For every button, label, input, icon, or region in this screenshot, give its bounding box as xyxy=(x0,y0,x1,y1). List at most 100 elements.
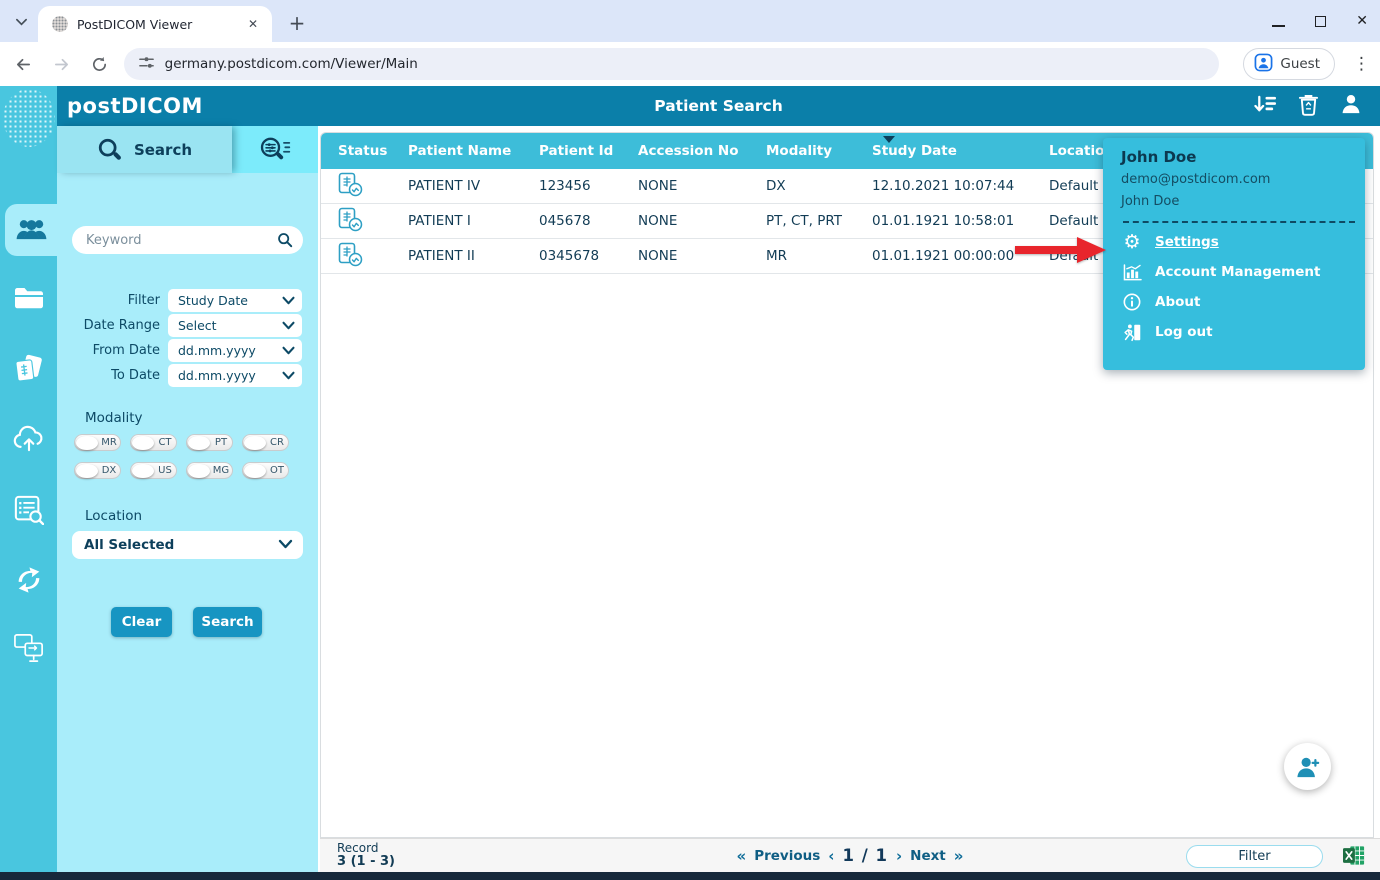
from-date-select[interactable]: dd.mm.yyyy xyxy=(168,339,302,362)
add-patient-button[interactable] xyxy=(1284,743,1331,790)
col-patient-id[interactable]: Patient Id xyxy=(539,143,638,159)
col-study-date[interactable]: Study Date xyxy=(872,143,1049,159)
new-tab-button[interactable]: + xyxy=(284,10,310,36)
window-minimize-button[interactable] xyxy=(1272,12,1285,31)
col-status[interactable]: Status xyxy=(321,143,408,159)
cell-accession-no: NONE xyxy=(638,248,766,264)
logout-icon xyxy=(1121,323,1143,342)
modality-label: Modality xyxy=(85,410,143,426)
cell-patient-id: 123456 xyxy=(539,178,638,194)
from-date-label: From Date xyxy=(57,343,160,358)
menu-item-account-management[interactable]: Account Management xyxy=(1121,257,1365,287)
tab-basic-search[interactable]: Search xyxy=(57,126,232,173)
modality-toggle-mr[interactable]: MR xyxy=(74,434,121,451)
back-icon[interactable] xyxy=(10,50,38,78)
next-button[interactable]: Next xyxy=(910,848,946,864)
modality-toggle-ct[interactable]: CT xyxy=(130,434,177,451)
site-settings-icon[interactable] xyxy=(138,54,155,75)
cell-modality: MR xyxy=(766,248,872,264)
modality-toggle-ot[interactable]: OT xyxy=(242,462,289,479)
sidebar-item-upload[interactable] xyxy=(0,414,57,466)
date-range-label: Date Range xyxy=(57,318,160,333)
gear-icon: ⚙ xyxy=(1121,233,1143,252)
modality-toggle-us[interactable]: US xyxy=(130,462,177,479)
user-profile-icon[interactable] xyxy=(1340,93,1362,119)
sidebar-item-folders[interactable] xyxy=(0,274,57,326)
modality-toggle-cr[interactable]: CR xyxy=(242,434,289,451)
sidebar-item-worklist[interactable] xyxy=(0,486,57,538)
window-close-button[interactable]: ✕ xyxy=(1356,13,1368,29)
sidebar-item-sync[interactable] xyxy=(0,556,57,608)
study-status-icon xyxy=(338,242,364,267)
chart-icon xyxy=(1121,264,1143,281)
next-page-icon[interactable]: › xyxy=(896,847,902,865)
sidebar-item-images[interactable] xyxy=(0,346,57,398)
menu-item-about[interactable]: About xyxy=(1121,287,1365,317)
sort-list-icon[interactable] xyxy=(1254,94,1277,119)
chevron-down-icon xyxy=(278,537,293,553)
date-range-select[interactable]: Select xyxy=(168,314,302,337)
study-status-icon xyxy=(338,172,364,197)
browser-tab-strip: PostDICOM Viewer ✕ + ✕ xyxy=(0,0,1380,42)
location-select[interactable]: All Selected xyxy=(72,531,303,559)
cell-study-date: 12.10.2021 10:07:44 xyxy=(872,178,1049,194)
user-menu: John Doe demo@postdicom.com John Doe ⚙ S… xyxy=(1103,138,1365,370)
previous-button[interactable]: Previous xyxy=(754,848,820,864)
col-patient-name[interactable]: Patient Name xyxy=(408,143,539,159)
col-modality[interactable]: Modality xyxy=(766,143,872,159)
filter-select[interactable]: Study Date xyxy=(168,289,302,312)
last-page-icon[interactable]: » xyxy=(954,847,964,865)
to-date-select[interactable]: dd.mm.yyyy xyxy=(168,364,302,387)
filter-button[interactable]: Filter xyxy=(1186,845,1323,868)
page-indicator: 1 / 1 xyxy=(842,846,887,865)
guest-label: Guest xyxy=(1280,56,1320,72)
info-icon xyxy=(1121,293,1143,311)
cell-accession-no: NONE xyxy=(638,178,766,194)
reload-icon[interactable] xyxy=(86,50,114,78)
modality-toggle-dx[interactable]: DX xyxy=(74,462,121,479)
cell-patient-name: PATIENT IV xyxy=(408,178,539,194)
browser-tab[interactable]: PostDICOM Viewer ✕ xyxy=(38,6,272,42)
previous-page-icon[interactable]: ‹ xyxy=(828,847,834,865)
chevron-down-icon xyxy=(282,368,295,383)
table-footer: Record 3 (1 - 3) « Previous ‹ 1 / 1 › Ne… xyxy=(320,838,1380,872)
search-tab-icon xyxy=(97,137,123,163)
forward-icon[interactable] xyxy=(48,50,76,78)
person-add-icon xyxy=(1295,755,1321,779)
sidebar-item-devices[interactable] xyxy=(0,624,57,676)
address-bar[interactable]: germany.postdicom.com/Viewer/Main xyxy=(124,48,1220,80)
red-pointer-arrow xyxy=(1015,235,1107,265)
cell-patient-id: 045678 xyxy=(539,213,638,229)
bottom-strip xyxy=(0,872,1380,880)
modality-toggle-mg[interactable]: MG xyxy=(186,462,233,479)
tab-close-icon[interactable]: ✕ xyxy=(244,15,262,33)
tab-title: PostDICOM Viewer xyxy=(77,17,235,32)
search-tab-label: Search xyxy=(134,141,192,159)
folder-icon xyxy=(14,286,44,314)
advanced-search-icon xyxy=(258,135,292,165)
window-maximize-button[interactable] xyxy=(1315,12,1326,31)
cell-patient-name: PATIENT II xyxy=(408,248,539,264)
tab-list-chevron-icon[interactable] xyxy=(8,8,34,34)
chevron-down-icon xyxy=(282,293,295,308)
browser-menu-icon[interactable]: ⋮ xyxy=(1353,54,1370,74)
modality-toggle-pt[interactable]: PT xyxy=(186,434,233,451)
cell-patient-id: 0345678 xyxy=(539,248,638,264)
sort-indicator-icon xyxy=(883,136,895,143)
menu-item-settings[interactable]: ⚙ Settings xyxy=(1121,227,1365,257)
col-accession-no[interactable]: Accession No xyxy=(638,143,766,159)
recycle-bin-icon[interactable] xyxy=(1298,93,1319,120)
cell-modality: DX xyxy=(766,178,872,194)
excel-export-icon[interactable] xyxy=(1343,845,1365,870)
keyword-input[interactable] xyxy=(72,226,303,254)
first-page-icon[interactable]: « xyxy=(737,847,747,865)
menu-item-logout[interactable]: Log out xyxy=(1121,317,1365,347)
profile-chip[interactable]: Guest xyxy=(1243,48,1335,80)
search-button[interactable]: Search xyxy=(193,607,262,637)
cloud-upload-icon xyxy=(12,424,46,456)
favicon xyxy=(52,16,68,32)
clear-button[interactable]: Clear xyxy=(111,607,172,637)
keyword-search-icon[interactable] xyxy=(277,232,293,252)
tab-advanced-search[interactable] xyxy=(232,126,318,173)
sidebar-item-patients[interactable] xyxy=(5,204,57,256)
